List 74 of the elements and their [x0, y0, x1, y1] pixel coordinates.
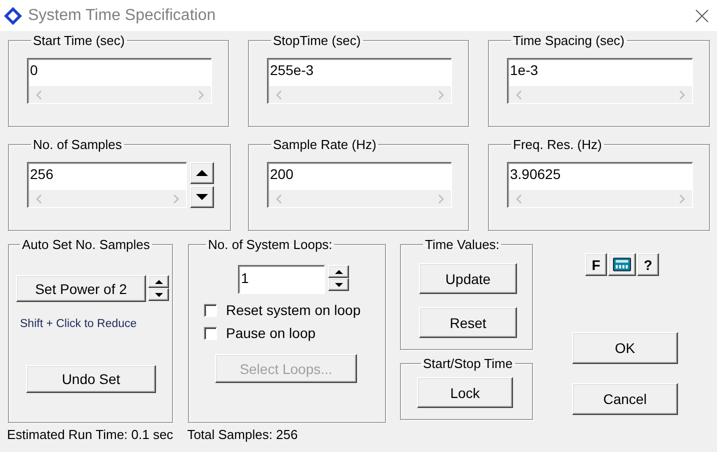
field-value: 256 — [29, 165, 54, 184]
chevron-left-icon[interactable] — [515, 194, 523, 204]
spin-down-button[interactable] — [148, 288, 169, 301]
field-value: 0 — [29, 61, 39, 80]
text-field[interactable]: 256 — [27, 162, 187, 208]
group-title: Start Time (sec) — [32, 33, 126, 48]
group-title: Auto Set No. Samples — [21, 237, 151, 252]
text-field[interactable]: 255e-3 — [267, 58, 452, 104]
number-field[interactable]: 1 — [238, 265, 325, 294]
up-triangle-icon — [334, 270, 342, 274]
down-triangle-icon — [154, 292, 162, 296]
chevron-right-icon[interactable] — [437, 90, 445, 100]
close-icon[interactable] — [695, 8, 709, 22]
spin-up-button[interactable] — [148, 275, 169, 288]
chevron-right-icon[interactable] — [678, 194, 686, 204]
chevron-right-icon[interactable] — [437, 194, 445, 204]
hint-text: Shift + Click to Reduce — [20, 318, 138, 330]
spin-up-button[interactable] — [328, 265, 349, 278]
calculator-icon — [613, 257, 631, 272]
group-title: No. of System Loops: — [207, 237, 334, 252]
spin-down-button[interactable] — [328, 278, 349, 291]
window-title: System Time Specification — [28, 6, 217, 24]
status-text: Estimated Run Time: 0.1 sec — [7, 427, 174, 442]
chevron-right-icon[interactable] — [678, 90, 686, 100]
group-title: Start/Stop Time — [422, 356, 514, 371]
horizontal-scrollbar[interactable] — [269, 86, 451, 103]
spin-down-button[interactable] — [190, 186, 214, 208]
field-value: 3.90625 — [509, 165, 562, 184]
chevron-left-icon[interactable] — [515, 90, 523, 100]
group-title: No. of Samples — [32, 137, 123, 152]
horizontal-scrollbar[interactable] — [29, 86, 211, 103]
calculator-button[interactable] — [608, 253, 636, 276]
group-title: StopTime (sec) — [272, 33, 362, 48]
lock-button[interactable]: Lock — [417, 377, 513, 408]
horizontal-scrollbar[interactable] — [509, 190, 692, 207]
up-triangle-icon — [154, 280, 162, 284]
text-field[interactable]: 0 — [27, 58, 212, 104]
down-triangle-icon — [196, 194, 208, 200]
group-title: Time Spacing (sec) — [512, 33, 626, 48]
field-value: 1e-3 — [509, 61, 540, 80]
horizontal-scrollbar[interactable] — [269, 190, 451, 207]
chevron-right-icon[interactable] — [172, 194, 180, 204]
up-triangle-icon — [196, 170, 208, 176]
field-value: 255e-3 — [269, 61, 315, 80]
app-diamond-icon — [3, 6, 23, 26]
checkbox[interactable] — [204, 304, 217, 316]
status-text: Total Samples: 256 — [187, 427, 298, 442]
spin-up-button[interactable] — [190, 162, 214, 184]
tool-button[interactable]: ? — [637, 253, 659, 276]
group-title: Freq. Res. (Hz) — [512, 137, 603, 152]
chevron-left-icon[interactable] — [275, 90, 283, 100]
down-triangle-icon — [334, 282, 342, 286]
chevron-left-icon[interactable] — [35, 194, 43, 204]
field-value: 200 — [269, 165, 294, 184]
text-field[interactable]: 200 — [267, 162, 452, 208]
tool-button[interactable]: F — [585, 253, 607, 276]
horizontal-scrollbar[interactable] — [509, 86, 692, 103]
checkbox[interactable] — [204, 326, 217, 340]
undo-set-button[interactable]: Undo Set — [26, 365, 156, 393]
checkbox-label[interactable]: Pause on loop — [226, 325, 316, 341]
update-button[interactable]: Update — [419, 263, 517, 294]
reset-button[interactable]: Reset — [419, 307, 517, 338]
chevron-right-icon[interactable] — [197, 90, 205, 100]
ok-button[interactable]: OK — [572, 332, 678, 364]
horizontal-scrollbar[interactable] — [29, 190, 186, 207]
group-title: Sample Rate (Hz) — [272, 137, 378, 152]
text-field[interactable]: 3.90625 — [507, 162, 693, 208]
cancel-button[interactable]: Cancel — [572, 383, 678, 415]
chevron-left-icon[interactable] — [275, 194, 283, 204]
set-power-button[interactable]: Set Power of 2 — [16, 275, 146, 302]
group-title: Time Values: — [424, 237, 500, 252]
chevron-left-icon[interactable] — [35, 90, 43, 100]
checkbox-label[interactable]: Reset system on loop — [226, 302, 361, 318]
text-field[interactable]: 1e-3 — [507, 58, 693, 104]
